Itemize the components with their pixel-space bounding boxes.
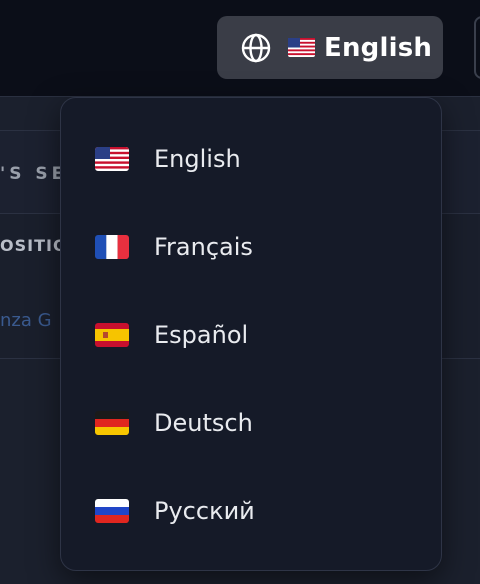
language-option-english[interactable]: English <box>61 124 441 194</box>
language-option-german[interactable]: Deutsch <box>61 388 441 458</box>
us-flag-icon <box>95 147 129 171</box>
language-option-french[interactable]: Français <box>61 212 441 282</box>
language-option-label: English <box>154 145 241 173</box>
ru-flag-icon <box>95 499 129 523</box>
es-flag-icon <box>95 323 129 347</box>
language-selector-label: English <box>324 32 433 63</box>
top-navigation-bar: English <box>0 0 480 97</box>
us-flag-icon <box>288 38 315 57</box>
background-link[interactable]: nza G <box>0 310 52 331</box>
language-option-russian[interactable]: Русский <box>61 476 441 546</box>
globe-icon <box>241 33 271 62</box>
language-option-label: Deutsch <box>154 409 253 437</box>
language-option-label: Español <box>154 321 249 349</box>
language-option-label: Русский <box>154 497 255 525</box>
background-section-header-text: 'S SE <box>0 164 68 184</box>
language-dropdown-menu: English Français Español Deutsch Русский <box>60 97 442 571</box>
language-option-label: Français <box>154 233 253 261</box>
background-column-header: OSITIO <box>0 236 68 255</box>
de-flag-icon <box>95 411 129 435</box>
language-selector-button[interactable]: English <box>217 16 443 79</box>
page: 'S SE OSITIO nza G English English Franç… <box>0 0 480 584</box>
adjacent-button[interactable] <box>474 16 480 79</box>
language-option-spanish[interactable]: Español <box>61 300 441 370</box>
fr-flag-icon <box>95 235 129 259</box>
